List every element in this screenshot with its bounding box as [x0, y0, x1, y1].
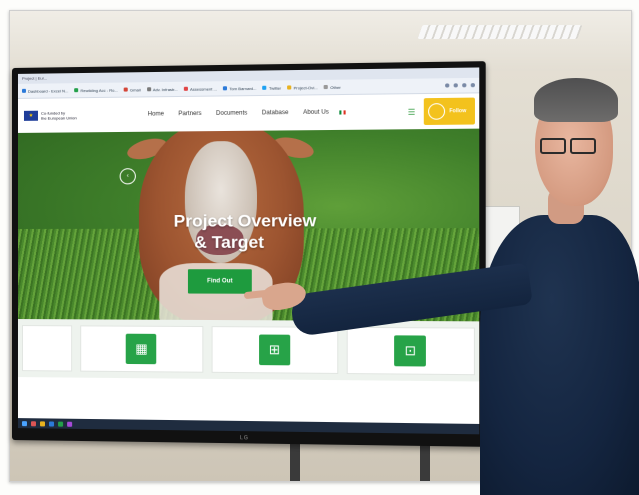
follow-button[interactable]: Follow [423, 97, 475, 126]
taskbar-app-icon[interactable] [39, 420, 46, 426]
follow-label: Follow [449, 108, 467, 115]
monitor-screen: Project | Eur... Dashboard - Excel N... … [17, 67, 480, 435]
find-out-button[interactable]: Find Out [187, 269, 252, 294]
nav-database[interactable]: Database [262, 110, 289, 116]
person-torso [480, 215, 639, 495]
ceiling-light [417, 25, 583, 39]
nav-about-us[interactable]: About Us [303, 110, 329, 116]
dashboard-icon: ▦ [126, 333, 157, 365]
hero-title-line1: Project Overview [173, 211, 317, 231]
bookmark-item[interactable]: Adv. Infrastr... [146, 86, 178, 92]
nav-home[interactable]: Home [148, 111, 164, 117]
eu-label-line2: the European Union [40, 115, 77, 121]
eu-flag-icon: ★ [23, 110, 38, 121]
tv-monitor: Project | Eur... Dashboard - Excel N... … [12, 61, 486, 447]
feature-cards: ▦ ⊞ ⊡ [17, 319, 480, 382]
feature-card[interactable] [21, 325, 72, 372]
bookmark-item[interactable]: Other [324, 84, 341, 90]
structure-icon: ⊡ [394, 335, 427, 367]
taskbar-app-icon[interactable] [58, 421, 64, 427]
eu-logo[interactable]: ★ Co-funded by the European Union [23, 110, 77, 121]
browser-extension-icons[interactable] [445, 83, 475, 88]
taskbar-app-icon[interactable] [67, 421, 73, 427]
site-header: ★ Co-funded by the European Union Home P… [17, 93, 480, 133]
site-nav: Home Partners Documents Database About U… [148, 110, 329, 118]
nav-documents[interactable]: Documents [216, 110, 247, 116]
feature-card[interactable]: ▦ [79, 325, 204, 373]
bookmark-item[interactable]: Gmail [123, 87, 141, 92]
glasses-icon [540, 138, 600, 154]
network-icon: ⊞ [258, 334, 291, 366]
nav-partners[interactable]: Partners [178, 111, 201, 117]
bookmark-item[interactable]: Dashboard - Excel N... [21, 88, 68, 94]
hero-title-line2: & Target [194, 232, 265, 252]
tv-stand-left [290, 441, 300, 481]
language-flag-icon[interactable] [339, 110, 346, 115]
bookmark-item[interactable]: Assessment ... [183, 86, 217, 91]
start-icon[interactable] [21, 420, 27, 426]
taskbar-app-icon[interactable] [49, 420, 55, 427]
feature-card[interactable]: ⊡ [346, 326, 475, 376]
bookmark-item[interactable]: Twitter [262, 85, 281, 90]
follow-icon [428, 103, 446, 120]
hero-title: Project Overview & Target [18, 209, 479, 253]
menu-icon[interactable]: ☰ [408, 108, 416, 117]
person-hair [534, 78, 618, 122]
taskbar-app-icon[interactable] [30, 420, 36, 426]
ceiling [10, 11, 631, 71]
bookmark-item[interactable]: Tom Barnard... [223, 85, 256, 91]
bookmark-item[interactable]: Rewilding Acc - Ro... [74, 87, 118, 93]
taskbar [17, 418, 480, 435]
carousel-prev-icon[interactable]: ‹ [119, 168, 136, 185]
tv-stand-right [420, 441, 430, 481]
bookmark-item[interactable]: Project-Ovi... [287, 85, 318, 90]
